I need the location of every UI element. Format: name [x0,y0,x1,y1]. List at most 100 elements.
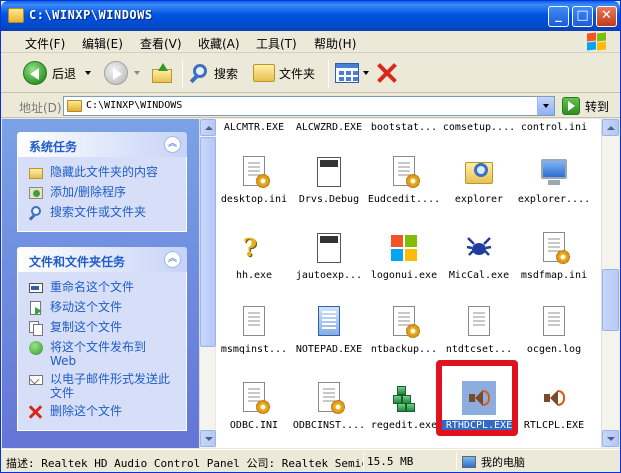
forward-dropdown-icon[interactable] [134,71,140,75]
back-button[interactable]: 后退 [23,60,92,86]
menu-help[interactable]: 帮助(H) [314,35,356,52]
toolbar-separator [182,60,183,88]
views-dropdown-icon[interactable] [363,71,369,75]
scroll-down-button[interactable] [602,430,619,447]
file-item[interactable]: ALCMTR.EXE [216,119,292,133]
file-item[interactable]: bootstat... [366,119,442,133]
forward-button[interactable] [104,60,140,86]
config-file-icon [387,305,421,339]
task-copy-file[interactable]: 复制这个文件 [28,320,186,336]
views-button[interactable] [335,60,369,86]
scroll-down-button[interactable] [200,430,216,447]
config-file-icon [237,155,271,189]
file-name: bootstat... [370,122,438,133]
file-item[interactable]: ODBC.INI [216,381,292,431]
file-item[interactable]: RTLCPL.EXE [516,381,592,431]
rename-icon [28,280,44,296]
file-name: control.ini [520,122,588,133]
task-pane-scrollbar[interactable] [199,119,216,448]
maximize-button[interactable]: □ [572,6,593,27]
scroll-thumb[interactable] [602,269,619,331]
file-list-view[interactable]: ALCMTR.EXE ALCWZRD.EXE bootstat... comse… [216,119,601,448]
file-name: MicCal.exe [448,270,510,281]
file-name: ocgen.log [526,344,582,355]
file-item[interactable]: ntdtcset... [441,305,517,355]
task-add-remove-programs[interactable]: 添加/删除程序 [28,185,186,201]
task-delete-file[interactable]: 删除这个文件 [28,404,186,420]
scroll-up-button[interactable] [602,119,619,136]
address-input[interactable]: C:\WINXP\WINDOWS [63,96,555,116]
minimize-button[interactable]: _ [548,6,569,27]
add-remove-programs-icon [28,185,44,201]
file-item[interactable]: msmqinst... [216,305,292,355]
file-item[interactable]: desktop.ini [216,155,292,205]
close-button[interactable]: ✕ [596,6,617,27]
collapse-icon[interactable]: ︽ [164,251,181,268]
file-item[interactable]: regedit.exe [366,381,442,431]
status-zone-label: 我的电脑 [481,456,525,469]
scroll-thumb[interactable] [200,137,216,347]
file-item[interactable]: jautoexp... [291,231,367,281]
task-search-files[interactable]: 搜索文件或文件夹 [28,205,186,221]
file-name: msmqinst... [220,344,288,355]
delete-toolbar-button[interactable] [376,60,398,86]
folders-button[interactable]: 文件夹 [253,60,315,86]
scroll-up-button[interactable] [200,119,216,136]
menu-favorites[interactable]: 收藏(A) [198,35,240,52]
chevron-up-icon [607,126,615,130]
highlight-annotation [436,360,518,436]
file-tasks-header[interactable]: 文件和文件夹任务 ︽ [17,247,187,272]
task-hide-folder-contents[interactable]: 隐藏此文件夹的内容 [28,165,186,181]
file-item[interactable]: ALCWZRD.EXE [291,119,367,133]
system-tasks-title: 系统任务 [29,140,78,154]
task-label: 将这个文件发布到 Web [50,340,147,368]
dos-file-icon [312,155,346,189]
address-dropdown-button[interactable] [537,97,554,115]
menu-edit[interactable]: 编辑(E) [82,35,123,52]
file-name: ODBC.INI [229,420,279,431]
collapse-icon[interactable]: ︽ [164,136,181,153]
file-name: ntbackup... [370,344,438,355]
file-item[interactable]: ntbackup... [366,305,442,355]
menu-tools[interactable]: 工具(T) [256,35,297,52]
config-file-icon [387,155,421,189]
task-label: 删除这个文件 [50,404,123,418]
search-label: 搜索 [214,66,239,81]
search-button[interactable]: 搜索 [189,60,238,86]
file-item[interactable]: Eudcedit.... [366,155,442,205]
file-item[interactable]: ? hh.exe [216,231,292,281]
file-name: ALCWZRD.EXE [295,122,363,133]
task-email-file[interactable]: 以电子邮件形式发送此文件 [28,372,186,400]
folder-icon [67,100,82,112]
config-file-icon [537,231,571,265]
notepad-icon [312,305,346,339]
config-file-icon [312,381,346,415]
file-item[interactable]: ocgen.log [516,305,592,355]
menu-view[interactable]: 查看(V) [140,35,182,52]
task-rename-file[interactable]: 重命名这个文件 [28,280,186,296]
task-move-file[interactable]: 移动这个文件 [28,300,186,316]
file-item[interactable]: comsetup.... [441,119,517,133]
system-tasks-header[interactable]: 系统任务 ︽ [17,132,187,157]
file-item[interactable]: msdfmap.ini [516,231,592,281]
up-folder-button[interactable] [151,60,173,86]
text-file-icon [237,305,271,339]
file-name: hh.exe [235,270,273,281]
back-dropdown-icon[interactable] [85,71,92,75]
file-view-scrollbar[interactable] [601,119,619,448]
file-item[interactable]: NOTEPAD.EXE [291,305,367,355]
task-pane: 系统任务 ︽ 隐藏此文件夹的内容 添加/删除程序 搜索文件或文件夹 文件和文件夹… [2,119,199,448]
file-item[interactable]: logonui.exe [366,231,442,281]
file-item[interactable]: control.ini [516,119,592,133]
file-item[interactable]: ODBCINST.... [291,381,367,431]
task-publish-to-web[interactable]: 将这个文件发布到 Web [28,340,186,368]
file-item[interactable]: Drvs.Debug [291,155,367,205]
back-arrow-icon [23,61,47,85]
file-item[interactable]: MicCal.exe [441,231,517,281]
file-item[interactable]: explorer.... [516,155,592,205]
menu-file[interactable]: 文件(F) [25,35,65,52]
file-name: desktop.ini [220,194,288,205]
file-item[interactable]: explorer [441,155,517,205]
title-bar[interactable]: C:\WINXP\WINDOWS _ □ ✕ [1,1,620,31]
go-button[interactable]: 转到 [562,96,609,116]
